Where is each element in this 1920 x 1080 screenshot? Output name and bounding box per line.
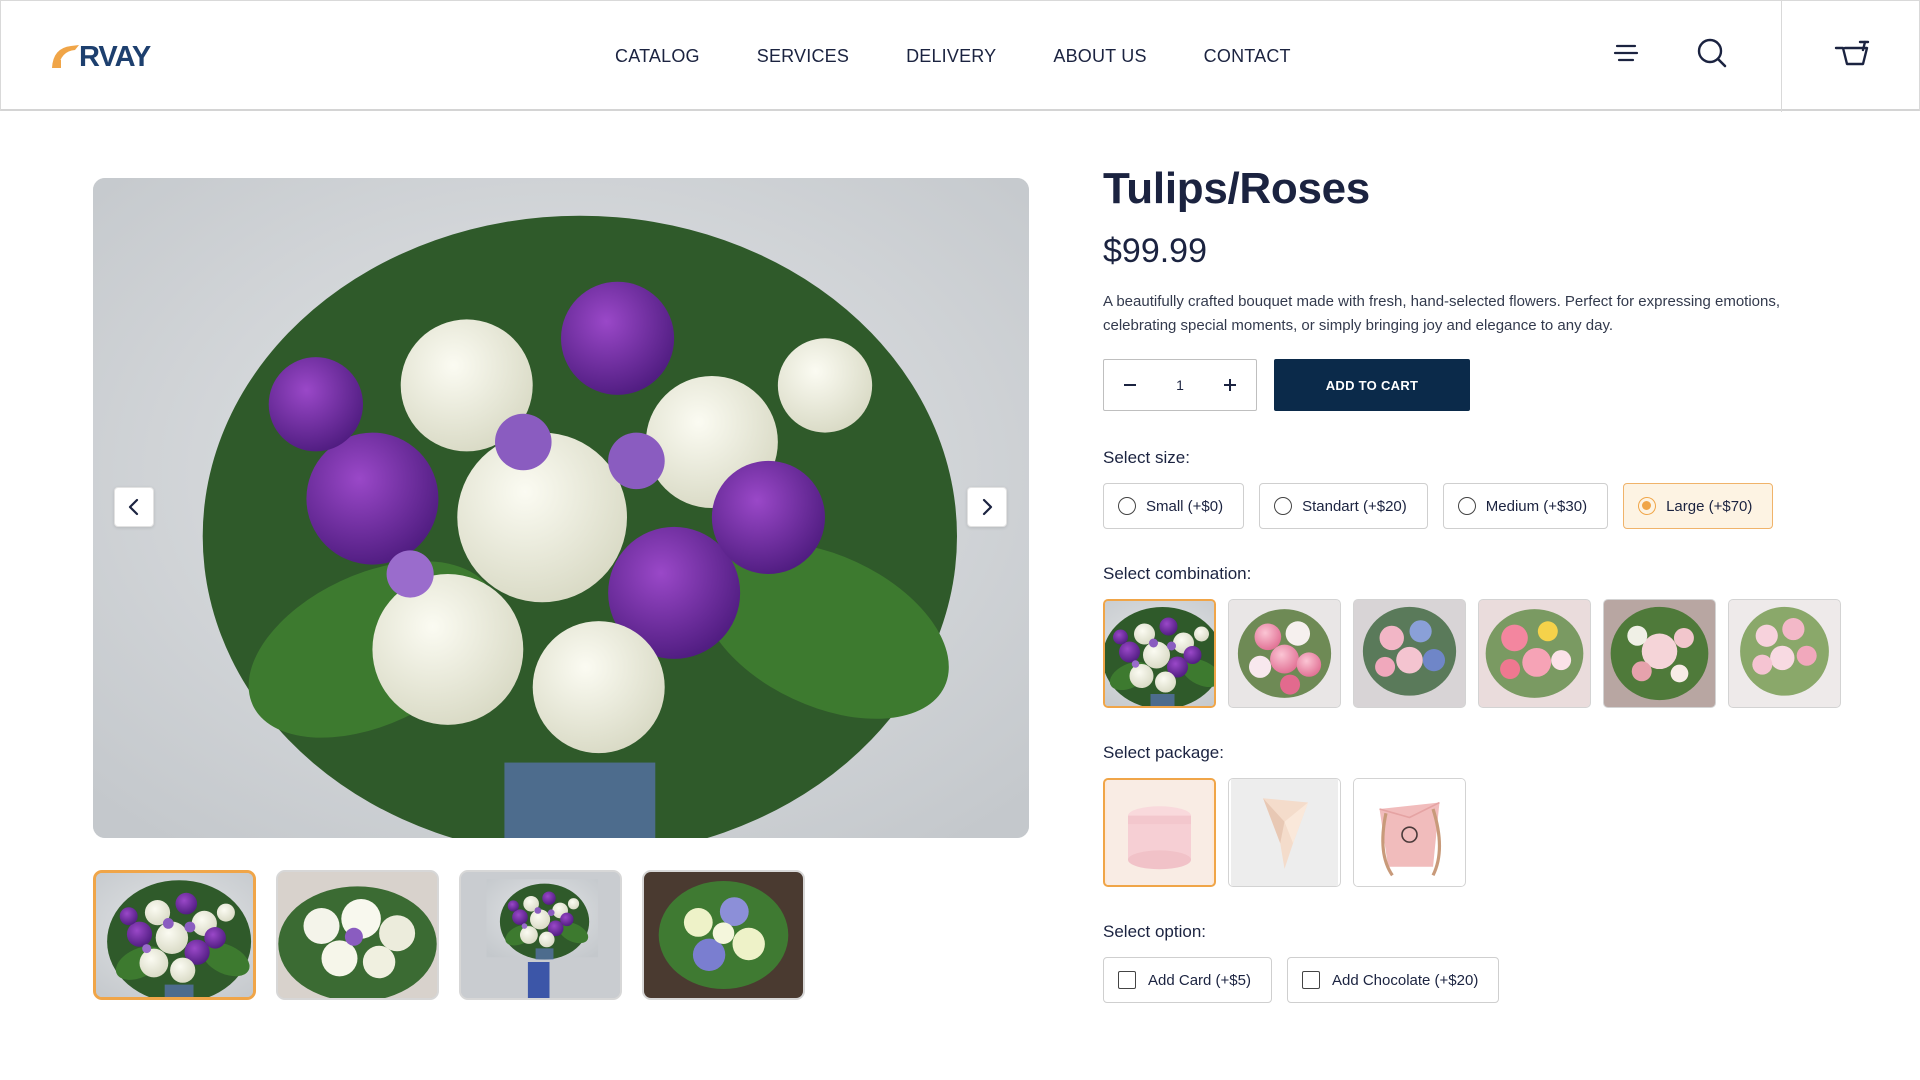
combination-option[interactable] [1728, 599, 1841, 708]
extra-options: Add Card (+$5) Add Chocolate (+$20) [1103, 957, 1514, 1003]
nav-contact[interactable]: CONTACT [1204, 46, 1291, 67]
option-label-text: Add Chocolate (+$20) [1331, 971, 1479, 989]
size-option-large[interactable]: Large (+$70) [1623, 483, 1774, 529]
option-label-text: Add Card (+$5) [1148, 971, 1251, 989]
option-add-card[interactable]: Add Card (+$5) [1103, 957, 1272, 1003]
product-description: A beautifully crafted bouquet made with … [1103, 293, 1781, 334]
combination-label: Select combination: [1103, 564, 1252, 583]
radio-icon [1274, 497, 1293, 515]
nav-about-us[interactable]: ABOUT US [1053, 46, 1146, 67]
logo[interactable]: RVAY [49, 37, 151, 77]
option-label: Select option: [1103, 922, 1207, 941]
combination-option[interactable] [1478, 599, 1591, 708]
gallery-thumbnail[interactable] [276, 870, 439, 1000]
nav-services[interactable]: SERVICES [757, 46, 849, 67]
cart-button[interactable] [1781, 1, 1920, 112]
add-to-cart-button[interactable]: ADD TO CART [1274, 359, 1470, 411]
size-option-label: Large (+$70) [1666, 497, 1753, 515]
plus-icon [1223, 378, 1237, 392]
product-main-image [93, 178, 1029, 838]
size-label: Select size: [1103, 448, 1190, 467]
gallery-thumbnail[interactable] [642, 870, 805, 1000]
minus-icon [1123, 378, 1137, 392]
gallery-prev-button[interactable] [114, 487, 154, 527]
radio-icon [1457, 497, 1476, 515]
combination-option[interactable] [1103, 599, 1216, 708]
main-nav: CATALOG SERVICES DELIVERY ABOUT US CONTA… [615, 1, 1291, 112]
package-option-bag[interactable] [1353, 778, 1466, 887]
gallery-thumbnails [93, 870, 825, 1000]
size-option-standart[interactable]: Standart (+$20) [1259, 483, 1428, 529]
size-option-label: Small (+$0) [1146, 497, 1224, 515]
option-add-chocolate[interactable]: Add Chocolate (+$20) [1286, 957, 1500, 1003]
site-header: RVAY CATALOG SERVICES DELIVERY ABOUT US … [0, 0, 1920, 112]
size-option-small[interactable]: Small (+$0) [1103, 483, 1245, 529]
product-title: Tulips/Roses [1103, 164, 1370, 213]
quantity-increase-button[interactable] [1204, 360, 1256, 410]
size-option-medium[interactable]: Medium (+$30) [1442, 483, 1609, 529]
quantity-value[interactable]: 1 [1156, 377, 1204, 393]
gallery-thumbnail[interactable] [93, 870, 256, 1000]
package-options [1103, 778, 1478, 887]
package-label: Select package: [1103, 743, 1224, 762]
quantity-stepper: 1 [1103, 359, 1257, 411]
checkbox-icon[interactable] [1301, 971, 1320, 989]
gallery-next-button[interactable] [967, 487, 1007, 527]
package-option-hatbox[interactable] [1103, 778, 1216, 887]
chevron-left-icon [127, 498, 141, 516]
logo-text: RVAY [79, 40, 151, 73]
radio-selected-icon [1638, 497, 1657, 515]
combination-options [1103, 599, 1853, 708]
size-option-label: Medium (+$30) [1485, 497, 1588, 515]
chevron-right-icon [980, 498, 994, 516]
package-option-wrap[interactable] [1228, 778, 1341, 887]
nav-delivery[interactable]: DELIVERY [906, 46, 996, 67]
size-options: Small (+$0) Standart (+$20) Medium (+$30… [1103, 483, 1788, 529]
gallery-thumbnail[interactable] [459, 870, 622, 1000]
combination-option[interactable] [1603, 599, 1716, 708]
radio-icon [1118, 497, 1136, 515]
size-option-label: Standart (+$20) [1302, 497, 1407, 515]
combination-option[interactable] [1353, 599, 1466, 708]
cart-icon [1834, 40, 1870, 74]
search-icon[interactable] [1696, 37, 1728, 69]
menu-icon[interactable] [1610, 37, 1642, 69]
combination-option[interactable] [1228, 599, 1341, 708]
nav-catalog[interactable]: CATALOG [615, 46, 700, 67]
product-price: $99.99 [1103, 232, 1207, 270]
quantity-decrease-button[interactable] [1104, 360, 1156, 410]
logo-mark-icon [49, 40, 83, 74]
checkbox-icon[interactable] [1118, 971, 1136, 989]
